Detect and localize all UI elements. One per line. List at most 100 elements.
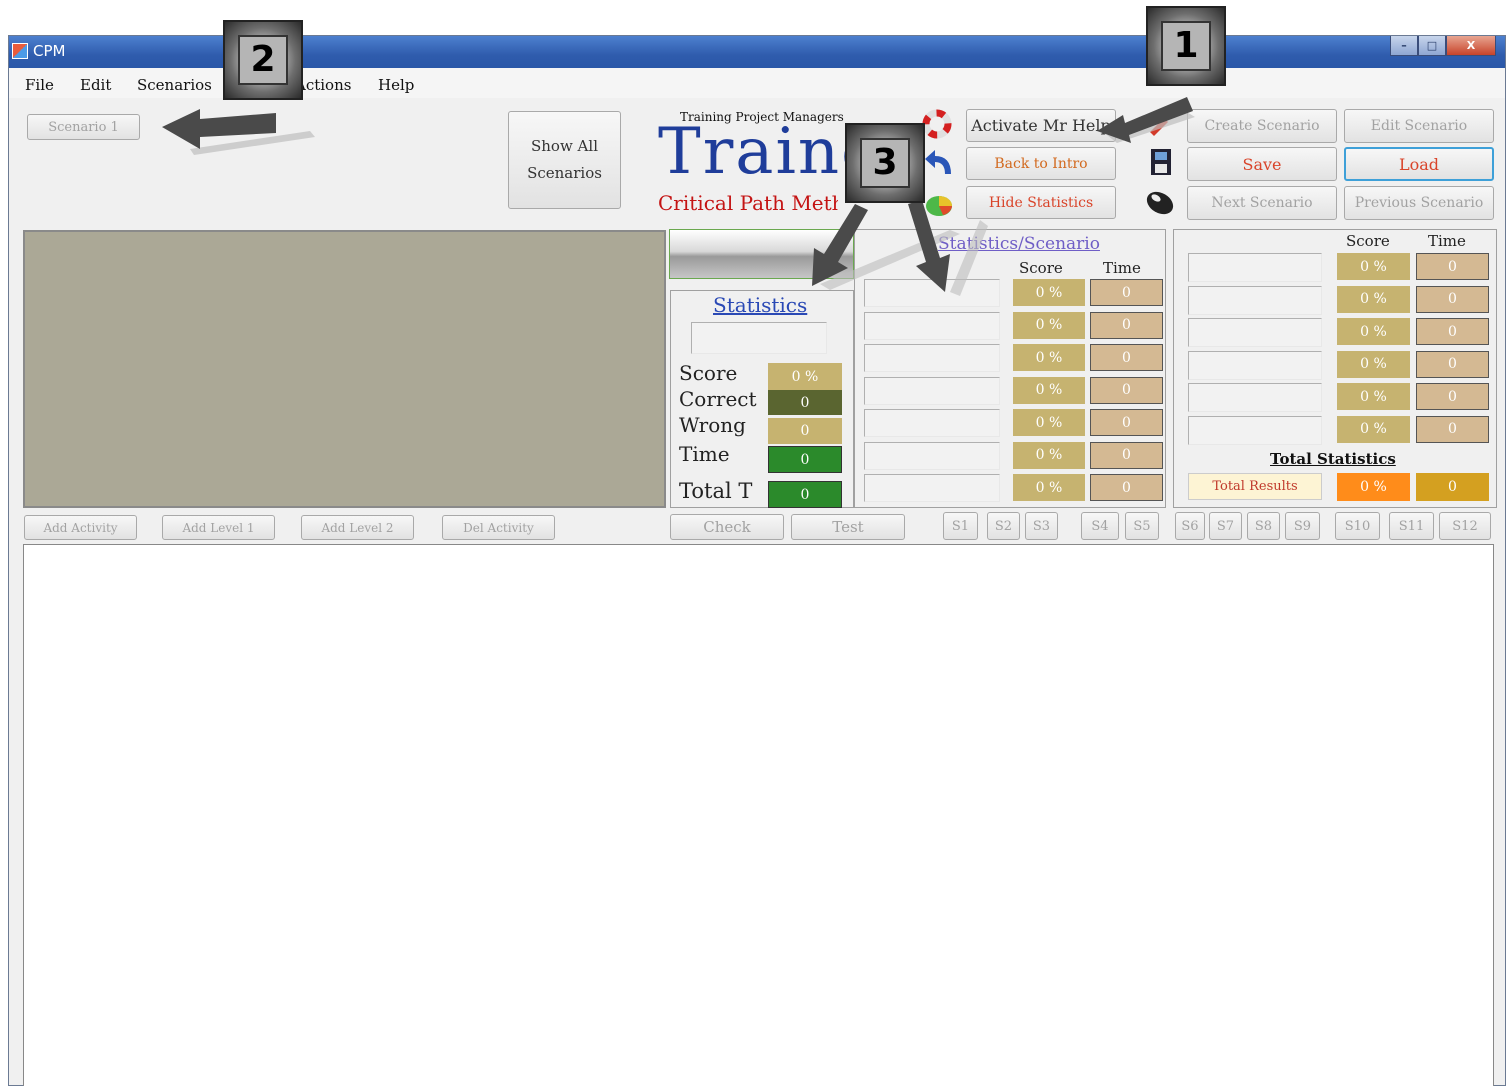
total-results-label: Total Results — [1188, 473, 1322, 500]
network-preview-area[interactable] — [23, 230, 666, 508]
scenario-button-s2[interactable]: S2 — [987, 512, 1020, 540]
test-button[interactable]: Test — [791, 514, 905, 540]
scenario-row-score: 0 % — [1013, 474, 1085, 501]
scenario-button-s12[interactable]: S12 — [1439, 512, 1491, 540]
screenshot-root: CPM – □ X File Edit Scenarios Actions He… — [0, 0, 1509, 1086]
scenario-row-score: 0 % — [1013, 311, 1085, 339]
score-label: Score — [679, 361, 738, 385]
scenario-row-name — [864, 441, 1000, 470]
right-row-name — [1188, 415, 1322, 445]
arrow-3-icon — [812, 200, 988, 296]
network-canvas[interactable] — [23, 544, 1494, 1086]
menu-file[interactable]: File — [25, 76, 54, 94]
right-row-score: 0 % — [1337, 318, 1410, 345]
total-time-value: 0 — [768, 481, 842, 508]
scenario-row-name — [864, 474, 1000, 502]
mouse-icon — [1146, 191, 1174, 215]
maximize-button[interactable]: □ — [1418, 36, 1446, 56]
del-activity-button[interactable]: Del Activity — [442, 515, 555, 540]
scenario-row-score: 0 % — [1013, 441, 1085, 469]
scenario-row-time: 0 — [1090, 279, 1163, 306]
scenario-button-s10[interactable]: S10 — [1335, 512, 1380, 540]
add-activity-button[interactable]: Add Activity — [24, 515, 137, 540]
scenario-button-s5[interactable]: S5 — [1125, 512, 1159, 540]
wrong-label: Wrong — [679, 413, 746, 437]
arrow-1-icon — [1097, 97, 1195, 143]
scenario-button-s9[interactable]: S9 — [1285, 512, 1320, 540]
scenario-button-s8[interactable]: S8 — [1247, 512, 1280, 540]
total-statistics-title: Total Statistics — [1270, 450, 1396, 468]
scenario-row-name — [864, 376, 1000, 405]
scenario-row-time: 0 — [1090, 311, 1163, 339]
menu-actions[interactable]: Actions — [295, 76, 351, 94]
cpm-window: CPM – □ X File Edit Scenarios Actions He… — [8, 35, 1506, 1086]
add-level-1-button[interactable]: Add Level 1 — [162, 515, 275, 540]
callout-badge-1: 1 — [1146, 6, 1226, 86]
right-statistics-panel: Score Time 0 % 0 0 % 0 0 % 0 0 % 0 0 % 0 0 % 0 Tota… — [1173, 229, 1497, 508]
right-row-score: 0 % — [1337, 415, 1410, 443]
total-results-score: 0 % — [1337, 473, 1410, 501]
scenario-score-header: Score — [1019, 259, 1063, 277]
scenario-button-s11[interactable]: S11 — [1389, 512, 1434, 540]
add-level-2-button[interactable]: Add Level 2 — [301, 515, 414, 540]
right-row-time: 0 — [1416, 383, 1489, 410]
correct-value: 0 — [768, 390, 842, 415]
scenario-button-s7[interactable]: S7 — [1209, 512, 1242, 540]
right-row-time: 0 — [1416, 318, 1489, 345]
lifebuoy-icon — [922, 109, 952, 139]
scenario-row-time: 0 — [1090, 474, 1163, 501]
back-to-intro-button[interactable]: Back to Intro — [966, 147, 1116, 180]
scenario-row-time: 0 — [1090, 409, 1163, 436]
scenario-button-s6[interactable]: S6 — [1175, 512, 1205, 540]
load-button[interactable]: Load — [1344, 147, 1494, 181]
menu-edit[interactable]: Edit — [80, 76, 111, 94]
minimize-button[interactable]: – — [1390, 36, 1418, 56]
create-scenario-button[interactable]: Create Scenario — [1187, 109, 1337, 143]
right-row-time: 0 — [1416, 253, 1489, 280]
previous-scenario-button[interactable]: Previous Scenario — [1344, 186, 1494, 220]
scenario-row-name — [864, 311, 1000, 340]
statistics-title: Statistics — [713, 293, 808, 317]
edit-scenario-button[interactable]: Edit Scenario — [1344, 109, 1494, 143]
check-button[interactable]: Check — [670, 514, 784, 540]
scenario-row-time: 0 — [1090, 376, 1163, 404]
scenario-row-score: 0 % — [1013, 279, 1085, 306]
time-label: Time — [679, 442, 730, 466]
time-value: 0 — [768, 446, 842, 473]
score-value: 0 % — [768, 363, 842, 390]
save-button[interactable]: Save — [1187, 147, 1337, 181]
right-row-name — [1188, 350, 1322, 380]
scenario-tab[interactable]: Scenario 1 — [27, 114, 140, 140]
window-title: CPM — [33, 42, 66, 60]
right-row-name — [1188, 285, 1322, 315]
right-row-score: 0 % — [1337, 285, 1410, 313]
menu-help[interactable]: Help — [378, 76, 414, 94]
show-all-scenarios-button[interactable]: Show All Scenarios — [508, 111, 621, 209]
right-row-name — [1188, 318, 1322, 347]
right-time-header: Time — [1428, 232, 1466, 250]
close-button[interactable]: X — [1446, 36, 1496, 56]
callout-badge-3: 3 — [845, 123, 925, 203]
statistics-panel: Statistics Score 0 % Correct 0 Wrong 0 T… — [670, 290, 854, 508]
scenario-button-s4[interactable]: S4 — [1081, 512, 1119, 540]
next-scenario-button[interactable]: Next Scenario — [1187, 186, 1337, 220]
right-row-time: 0 — [1416, 350, 1489, 378]
scenario-row-score: 0 % — [1013, 409, 1085, 436]
scenario-time-header: Time — [1103, 259, 1141, 277]
arrow-2-icon — [162, 109, 315, 155]
callout-badge-2: 2 — [223, 20, 303, 100]
right-row-score: 0 % — [1337, 350, 1410, 378]
right-score-header: Score — [1346, 232, 1390, 250]
callout-number-2: 2 — [238, 35, 288, 85]
scenario-button-s1[interactable]: S1 — [943, 512, 978, 540]
total-results-time: 0 — [1416, 473, 1489, 501]
statistics-name-field — [691, 322, 827, 354]
wrong-value: 0 — [768, 418, 842, 444]
undo-arrow-icon — [925, 150, 951, 174]
callout-number-1: 1 — [1161, 21, 1211, 71]
menu-scenarios[interactable]: Scenarios — [137, 76, 212, 94]
right-row-name — [1188, 383, 1322, 412]
activate-mr-help-button[interactable]: Activate Mr Help — [966, 109, 1116, 142]
scenario-button-s3[interactable]: S3 — [1025, 512, 1058, 540]
scenario-row-time: 0 — [1090, 441, 1163, 469]
